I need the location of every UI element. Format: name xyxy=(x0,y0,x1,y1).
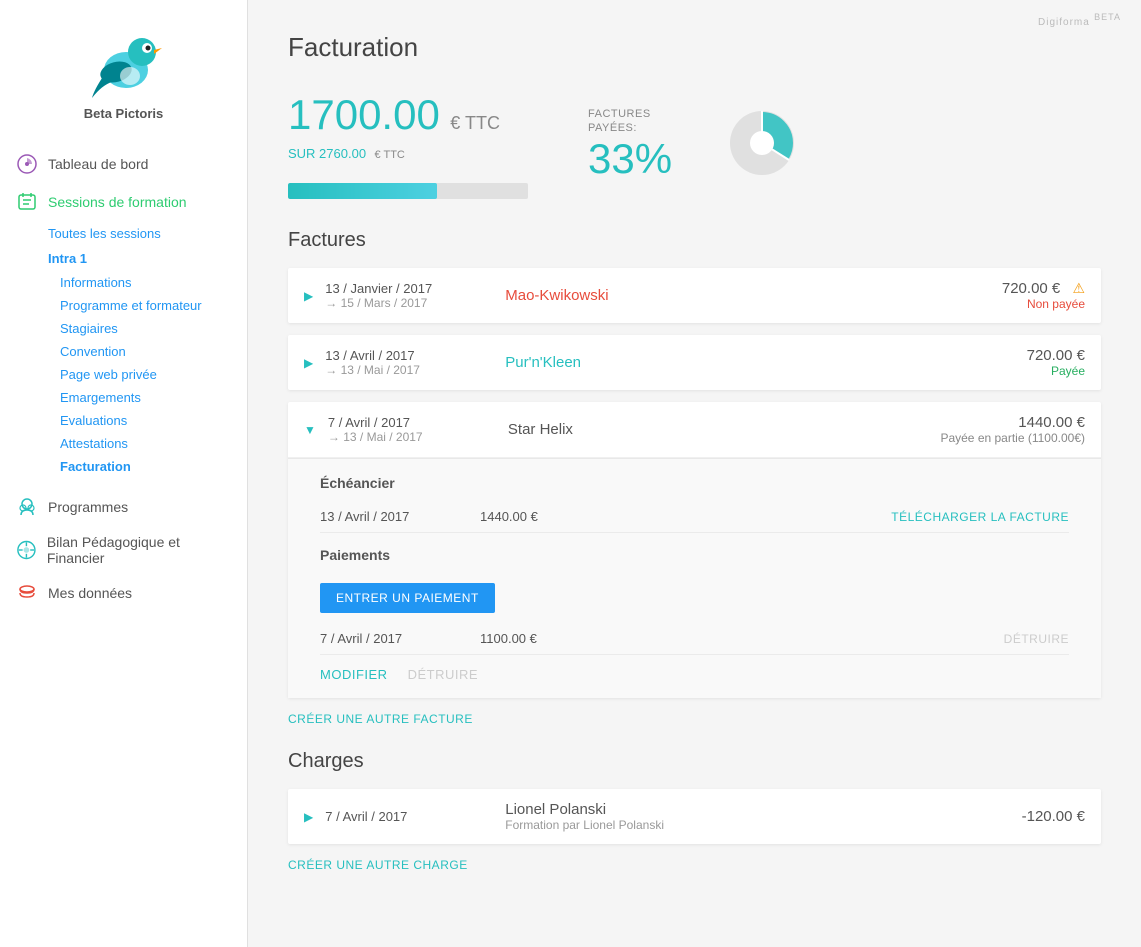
main-content: Digiforma BETA Facturation 1700.00 € TTC… xyxy=(248,0,1141,947)
sidebar-item-mesdonnees[interactable]: Mes données xyxy=(0,574,247,612)
charge-row-1: ▶ 7 / Avril / 2017 Lionel Polanski Forma… xyxy=(288,789,1101,844)
detruire-invoice-btn[interactable]: DÉTRUIRE xyxy=(408,667,478,682)
sidebar-sub-evaluations[interactable]: Evaluations xyxy=(0,409,247,432)
logo-icon xyxy=(84,20,164,100)
paid-amount-line: 1700.00 € TTC xyxy=(288,91,528,139)
invoice-1-amount-block: 720.00 € ⚠ Non payée xyxy=(925,280,1085,311)
mesdonnees-icon xyxy=(16,582,38,604)
app-name: Beta Pictoris xyxy=(84,106,163,121)
invoice-2-amount: 720.00 € xyxy=(925,347,1085,364)
sidebar-sub-pageweb[interactable]: Page web privée xyxy=(0,363,247,386)
nav-section: Tableau de bord Sessions de formation To… xyxy=(0,145,247,612)
echeancier-title: Échéancier xyxy=(320,475,1069,491)
invoice-3-amount: 1440.00 € xyxy=(925,414,1085,431)
invoice-3-amount-block: 1440.00 € Payée en partie (1100.00€) xyxy=(925,414,1085,445)
invoice-row-1: ▶ 13 / Janvier / 2017 → 15 / Mars / 2017… xyxy=(288,268,1101,323)
bilan-icon xyxy=(16,539,37,561)
invoice-row-2: ▶ 13 / Avril / 2017 → 13 / Mai / 2017 Pu… xyxy=(288,335,1101,390)
total-amount-line: SUR 2760.00 € TTC xyxy=(288,145,528,163)
warning-icon-1: ⚠ xyxy=(1072,280,1085,296)
invoice-1-client: Mao-Kwikowski xyxy=(485,287,925,304)
invoice-footer-actions: MODIFIER DÉTRUIRE xyxy=(320,655,1069,682)
percent-block: FACTURES PAYÉES: 33% xyxy=(588,107,672,184)
sidebar-item-tableau[interactable]: Tableau de bord xyxy=(0,145,247,183)
invoice-2-toggle[interactable]: ▶ xyxy=(304,356,313,370)
sidebar-item-sessions-label: Sessions de formation xyxy=(48,194,187,210)
sidebar-sub-attestations[interactable]: Attestations xyxy=(0,432,247,455)
sidebar: Beta Pictoris Tableau de bord Sessions d… xyxy=(0,0,248,947)
sidebar-sub-programme[interactable]: Programme et formateur xyxy=(0,294,247,317)
invoice-1-toggle[interactable]: ▶ xyxy=(304,289,313,303)
charge-1-desc: Lionel Polanski Formation par Lionel Pol… xyxy=(485,801,1021,832)
echeancier-row-1: 13 / Avril / 2017 1440.00 € TÉLÉCHARGER … xyxy=(320,501,1069,533)
sidebar-sub-facturation[interactable]: Facturation xyxy=(0,455,247,478)
sidebar-sub-stagiaires[interactable]: Stagiaires xyxy=(0,317,247,340)
paid-amount-block: 1700.00 € TTC SUR 2760.00 € TTC xyxy=(288,91,528,199)
invoice-row-2-header[interactable]: ▶ 13 / Avril / 2017 → 13 / Mai / 2017 Pu… xyxy=(288,335,1101,390)
invoice-3-client: Star Helix xyxy=(488,421,925,438)
telecharger-facture-btn[interactable]: TÉLÉCHARGER LA FACTURE xyxy=(891,510,1069,524)
paiements-title: Paiements xyxy=(320,547,1069,563)
progress-bar-track xyxy=(288,183,528,199)
invoice-row-3: ▼ 7 / Avril / 2017 → 13 / Mai / 2017 Sta… xyxy=(288,402,1101,698)
invoice-3-detail: Échéancier 13 / Avril / 2017 1440.00 € T… xyxy=(288,458,1101,698)
modifier-invoice-btn[interactable]: MODIFIER xyxy=(320,667,388,682)
paiement-row-1: 7 / Avril / 2017 1100.00 € DÉTRUIRE xyxy=(320,623,1069,655)
sidebar-item-sessions[interactable]: Sessions de formation xyxy=(0,183,247,221)
invoice-1-status: Non payée xyxy=(925,297,1085,311)
paiements-section: Paiements ENTRER UN PAIEMENT 7 / Avril /… xyxy=(320,547,1069,655)
sidebar-sub-toutes[interactable]: Toutes les sessions xyxy=(0,221,247,246)
invoice-3-status: Payée en partie (1100.00€) xyxy=(925,431,1085,445)
sidebar-sub-informations[interactable]: Informations xyxy=(0,271,247,294)
entrer-paiement-btn[interactable]: ENTRER UN PAIEMENT xyxy=(320,583,495,613)
invoice-3-dates: 7 / Avril / 2017 → 13 / Mai / 2017 xyxy=(328,415,488,444)
detruire-paiement-btn[interactable]: DÉTRUIRE xyxy=(1004,632,1069,646)
sessions-icon xyxy=(16,191,38,213)
stats-row: 1700.00 € TTC SUR 2760.00 € TTC FACTURES… xyxy=(288,91,1101,199)
invoice-2-dates: 13 / Avril / 2017 → 13 / Mai / 2017 xyxy=(325,348,485,377)
charge-1-amount: -120.00 € xyxy=(1022,808,1085,825)
invoice-1-amount: 720.00 € ⚠ xyxy=(925,280,1085,297)
dashboard-icon xyxy=(16,153,38,175)
sidebar-item-programmes[interactable]: Programmes xyxy=(0,488,247,526)
factures-section-title: Factures xyxy=(288,229,1101,252)
invoice-1-dates: 13 / Janvier / 2017 → 15 / Mars / 2017 xyxy=(325,281,485,310)
invoice-row-1-header[interactable]: ▶ 13 / Janvier / 2017 → 15 / Mars / 2017… xyxy=(288,268,1101,323)
pie-chart xyxy=(722,103,802,188)
digiforma-badge: Digiforma BETA xyxy=(1038,12,1121,28)
sidebar-sub-emargements[interactable]: Emargements xyxy=(0,386,247,409)
charge-1-toggle[interactable]: ▶ xyxy=(304,810,313,824)
page-title: Facturation xyxy=(288,32,1101,63)
charges-section-title: Charges xyxy=(288,750,1101,773)
paid-amount-currency: € TTC xyxy=(450,113,500,133)
percent-label: FACTURES PAYÉES: xyxy=(588,107,651,136)
sidebar-item-bilan[interactable]: Bilan Pédagogique et Financier xyxy=(0,526,247,574)
create-charge-link[interactable]: CRÉER UNE AUTRE CHARGE xyxy=(288,858,1101,872)
progress-bar-fill xyxy=(288,183,437,199)
total-amount-currency: € TTC xyxy=(375,149,405,161)
invoice-2-client: Pur'n'Kleen xyxy=(485,354,925,371)
sidebar-item-tableau-label: Tableau de bord xyxy=(48,156,148,172)
percent-pie-block: FACTURES PAYÉES: 33% xyxy=(588,103,802,188)
sidebar-sub-intra1[interactable]: Intra 1 xyxy=(0,246,247,271)
total-amount-label: SUR 2760.00 xyxy=(288,146,366,161)
paid-amount-value: 1700.00 xyxy=(288,91,440,138)
percent-value: 33% xyxy=(588,135,672,183)
invoice-row-3-header[interactable]: ▼ 7 / Avril / 2017 → 13 / Mai / 2017 Sta… xyxy=(288,402,1101,458)
programmes-icon xyxy=(16,496,38,518)
pie-chart-svg xyxy=(722,103,802,183)
invoice-2-amount-block: 720.00 € Payée xyxy=(925,347,1085,378)
invoice-2-status: Payée xyxy=(925,364,1085,378)
logo-area: Beta Pictoris xyxy=(84,20,164,121)
sidebar-sub-convention[interactable]: Convention xyxy=(0,340,247,363)
create-invoice-link[interactable]: CRÉER UNE AUTRE FACTURE xyxy=(288,712,1101,726)
invoice-3-toggle[interactable]: ▼ xyxy=(304,423,316,437)
